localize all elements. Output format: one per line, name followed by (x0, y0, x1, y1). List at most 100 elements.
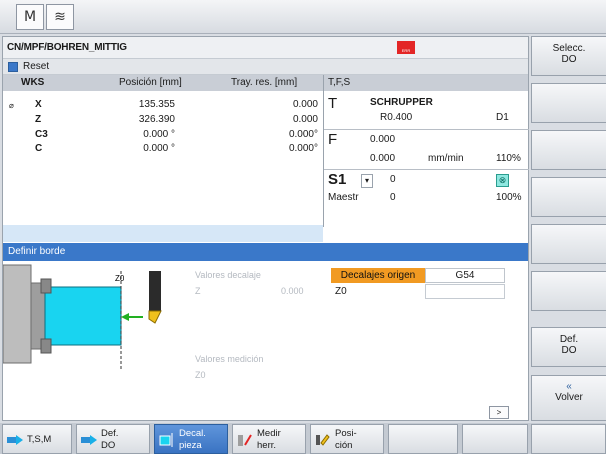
axis-row: Z 326.390 0.000 (3, 114, 323, 127)
horizontal-softkey-7[interactable] (462, 424, 528, 454)
offset-form: Valores decalaje Z 0.000 Valores medició… (185, 261, 528, 421)
position-icon (316, 434, 330, 446)
tfs-title: T,F,S (328, 77, 351, 88)
def-do-button[interactable]: Def. DO (531, 327, 606, 367)
workpiece-offset-softkey[interactable]: Decal. pieza (154, 424, 228, 454)
offset-z-value: 0.000 (281, 286, 304, 296)
top-bar: M ≋ (0, 0, 606, 34)
feed-value-2: 0.000 (370, 153, 396, 164)
horizontal-softkeys: T,S,M Def. DO Decal. pieza Medir herr. P… (0, 423, 606, 454)
axis-row: C3 0.000 ° 0.000° (3, 129, 323, 142)
axis-distance: 0.000° (288, 143, 318, 154)
vertical-softkey-6[interactable] (531, 271, 606, 311)
z0-label: Z0 (335, 286, 347, 297)
axis-position: 0.000 ° (143, 129, 175, 140)
spindle-value: 0 (390, 174, 396, 185)
tfs-panel: T SCHRUPPER R0.400 D1 F 0.000 0.000 mm/m… (323, 91, 529, 227)
program-path-bar: CN/MPF/BOHREN_MITTIG ERR (3, 37, 528, 59)
spindle-dropdown[interactable]: ▾ (361, 174, 373, 188)
position-footer (3, 225, 323, 242)
channel-status-bar: Reset (3, 59, 528, 75)
feed-value: 0.000 (370, 134, 396, 145)
back-arrow-icon: « (566, 381, 572, 392)
select-do-line1: Selecc. (552, 43, 586, 54)
feed-unit: mm/min (428, 153, 464, 164)
graphic-z0-label: Z0 (115, 274, 125, 283)
zero-offset-select[interactable]: G54 (425, 268, 505, 283)
window-title-bar: Definir borde (3, 243, 528, 261)
position-header: Posición [mm] (119, 77, 182, 88)
back-label: Volver (555, 392, 583, 403)
machine-icon[interactable]: M (16, 4, 44, 30)
s1-label: S1 (328, 171, 347, 188)
reset-label: Reset (23, 61, 50, 72)
tsm-button[interactable]: T,S,M (2, 424, 72, 454)
tool-radius: R0.400 (380, 112, 413, 123)
z0-field[interactable] (425, 284, 505, 299)
def-do-softkey-line1: Def. (101, 428, 119, 439)
axis-distance: 0.000 (292, 114, 318, 125)
measure-values-label: Valores medición (195, 354, 264, 364)
distance-header: Tray. res. [mm] (231, 77, 298, 88)
measure-z0-label: Z0 (195, 370, 206, 380)
tsm-label: T,S,M (27, 434, 52, 445)
def-do-softkey[interactable]: Def. DO (76, 424, 150, 454)
spindle-value-2: 0 (390, 192, 396, 203)
vertical-softkey-5[interactable] (531, 224, 606, 264)
select-do-button[interactable]: Selecc. DO (531, 36, 606, 76)
window-title: Definir borde (8, 246, 66, 257)
axis-name: C (35, 143, 43, 154)
spindle-mode: Maestr (328, 192, 359, 203)
workpiece-offset-line1: Decal. (179, 428, 206, 439)
vertical-softkey-4[interactable] (531, 177, 606, 217)
position-line1: Posi- (335, 428, 357, 439)
horizontal-softkey-8[interactable] (531, 424, 606, 454)
tsm-icon (7, 435, 23, 445)
axis-name: Z (35, 114, 42, 125)
feed-override: 110% (496, 153, 521, 164)
zero-offsets-label: Decalajes origen (331, 268, 425, 283)
program-path: CN/MPF/BOHREN_MITTIG (7, 42, 127, 53)
workpiece-offset-line2: pieza (179, 440, 202, 451)
diameter-icon: ⌀ (9, 101, 14, 110)
horizontal-softkey-6[interactable] (388, 424, 458, 454)
measure-tool-line1: Medir (257, 428, 281, 439)
offset-values-label: Valores decalaje (195, 270, 261, 280)
alarm-flag-text: ERR (401, 48, 411, 53)
program-icon[interactable]: ≋ (46, 4, 74, 30)
vertical-softkey-3[interactable] (531, 130, 606, 170)
axis-distance: 0.000 (292, 99, 318, 110)
def-do-icon (81, 435, 97, 445)
position-softkey[interactable]: Posi- ción (310, 424, 384, 454)
vertical-softkey-2[interactable] (531, 83, 606, 123)
tool-name: SCHRUPPER (370, 97, 433, 108)
select-do-line2: DO (561, 54, 577, 65)
workpiece-offset-icon (159, 433, 173, 447)
position-table-header: WKS Posición [mm] Tray. res. [mm] (3, 75, 323, 91)
f-label: F (328, 131, 338, 148)
vertical-softkeys: Selecc. DO Def. DO « Volver (531, 36, 606, 421)
axis-row: ⌀ X 135.355 0.000 (3, 99, 323, 112)
main-panel: CN/MPF/BOHREN_MITTIG ERR Reset WKS Posic… (2, 36, 529, 421)
axis-position: 0.000 ° (143, 143, 175, 154)
def-do-line1: Def. (559, 334, 579, 345)
reset-status-icon (8, 62, 18, 72)
back-button[interactable]: « Volver (531, 375, 606, 421)
offset-z-label: Z (195, 286, 201, 296)
t-label: T (328, 95, 338, 112)
more-button[interactable]: > (489, 406, 509, 419)
measure-tool-line2: herr. (257, 440, 277, 451)
axis-position: 326.390 (138, 114, 175, 125)
spindle-stop-icon: ⊗ (496, 174, 509, 187)
edge-setting-diagram: Z0 (2, 264, 162, 371)
tfs-header: T,F,S (323, 75, 528, 91)
tool-d-number: D1 (496, 112, 509, 123)
measure-tool-icon (238, 434, 252, 446)
def-do-line2: DO (561, 345, 577, 356)
measure-tool-softkey[interactable]: Medir herr. (232, 424, 306, 454)
spindle-override: 100% (496, 192, 522, 203)
axis-position: 135.355 (138, 99, 175, 110)
alarm-flag-icon[interactable]: ERR (397, 41, 415, 54)
def-do-softkey-line2: DO (101, 440, 116, 451)
axis-row: C 0.000 ° 0.000° (3, 143, 323, 156)
